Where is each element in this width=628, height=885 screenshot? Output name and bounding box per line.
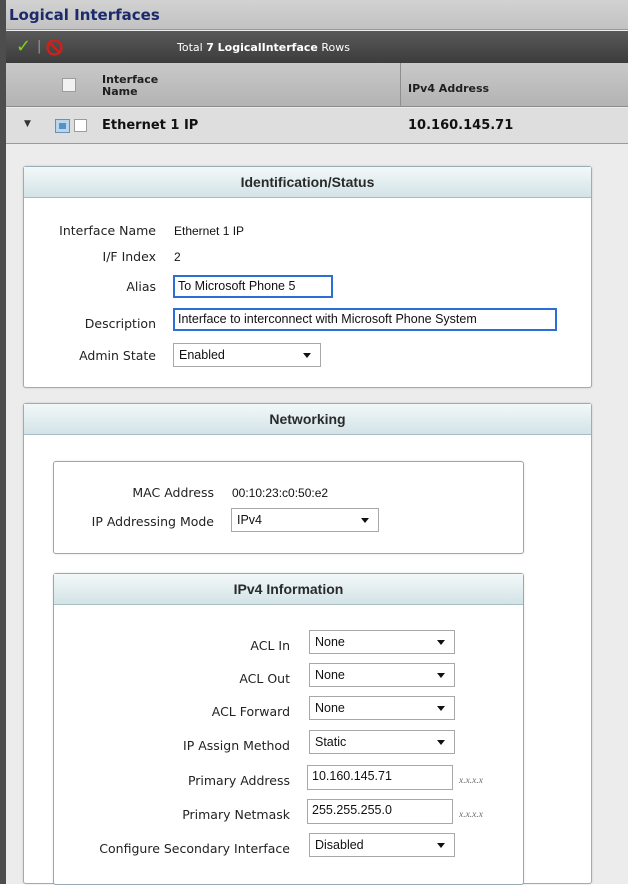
panel-title: Identification/Status bbox=[24, 167, 591, 198]
acl-forward-value: None bbox=[315, 701, 345, 715]
description-input[interactable]: Interface to interconnect with Microsoft… bbox=[173, 308, 557, 331]
chevron-down-icon bbox=[437, 706, 445, 711]
primary-address-input[interactable]: 10.160.145.71 bbox=[307, 765, 453, 790]
ip-addressing-mode-select[interactable]: IPv4 bbox=[231, 508, 379, 532]
configure-secondary-interface-label: Configure Secondary Interface bbox=[99, 841, 290, 856]
mac-address-value: 00:10:23:c0:50:e2 bbox=[232, 486, 329, 500]
chevron-down-icon bbox=[437, 740, 445, 745]
ip-addressing-mode-value: IPv4 bbox=[237, 513, 263, 527]
primary-address-format-hint: x.x.x.x bbox=[459, 776, 483, 786]
description-label: Description bbox=[84, 316, 156, 331]
row-interface-name: Ethernet 1 IP bbox=[102, 118, 199, 133]
networking-panel: Networking MAC Address 00:10:23:c0:50:e2… bbox=[23, 403, 592, 885]
expand-arrow-icon[interactable]: ▼ bbox=[24, 119, 31, 129]
logical-interfaces-window: Logical Interfaces ✓ | Total 7 LogicalIn… bbox=[0, 0, 628, 885]
ip-addressing-mode-label: IP Addressing Mode bbox=[91, 514, 214, 529]
panel-title: IPv4 Information bbox=[54, 574, 523, 605]
admin-state-label: Admin State bbox=[79, 348, 156, 363]
ipv4-information-panel: IPv4 Information ACL In None ACL Out Non… bbox=[53, 573, 524, 885]
interface-name-value: Ethernet 1 IP bbox=[174, 224, 245, 238]
mac-address-label: MAC Address bbox=[132, 485, 214, 500]
chevron-down-icon bbox=[437, 673, 445, 678]
acl-in-select[interactable]: None bbox=[309, 630, 455, 654]
grid-header: Interface Name IPv4 Address bbox=[6, 63, 628, 107]
primary-address-label: Primary Address bbox=[187, 773, 290, 788]
ip-assign-method-label: IP Assign Method bbox=[183, 738, 290, 753]
table-row[interactable]: ▼ Ethernet 1 IP 10.160.145.71 bbox=[6, 108, 628, 144]
if-index-value: 2 bbox=[174, 250, 181, 264]
interface-name-label: Interface Name bbox=[59, 223, 156, 238]
column-header-interface-name[interactable]: Interface Name bbox=[102, 74, 172, 98]
admin-state-value: Enabled bbox=[179, 348, 225, 362]
select-all-checkbox[interactable] bbox=[62, 78, 76, 92]
checkmark-icon[interactable]: ✓ bbox=[16, 36, 31, 57]
toolbar-separator: | bbox=[37, 39, 42, 54]
acl-in-label: ACL In bbox=[250, 638, 290, 653]
row-ipv4-address: 10.160.145.71 bbox=[408, 118, 514, 133]
primary-netmask-format-hint: x.x.x.x bbox=[459, 810, 483, 820]
acl-forward-label: ACL Forward bbox=[211, 704, 290, 719]
if-index-label: I/F Index bbox=[102, 249, 156, 264]
chevron-down-icon bbox=[437, 640, 445, 645]
panel-title: Networking bbox=[24, 404, 591, 435]
chevron-down-icon bbox=[361, 518, 369, 523]
configure-secondary-interface-select[interactable]: Disabled bbox=[309, 833, 455, 857]
acl-in-value: None bbox=[315, 635, 345, 649]
row-count-text: Total 7 LogicalInterface Rows bbox=[177, 41, 350, 54]
ip-assign-method-value: Static bbox=[315, 735, 347, 749]
alias-label: Alias bbox=[126, 279, 156, 294]
column-header-ipv4-address[interactable]: IPv4 Address bbox=[408, 82, 489, 95]
acl-out-label: ACL Out bbox=[239, 671, 290, 686]
window-title: Logical Interfaces bbox=[6, 0, 628, 30]
addressing-box: MAC Address 00:10:23:c0:50:e2 IP Address… bbox=[53, 461, 524, 554]
acl-out-value: None bbox=[315, 668, 345, 682]
acl-out-select[interactable]: None bbox=[309, 663, 455, 687]
configure-secondary-interface-value: Disabled bbox=[315, 838, 364, 852]
admin-state-select[interactable]: Enabled bbox=[173, 343, 321, 367]
chevron-down-icon bbox=[437, 843, 445, 848]
primary-netmask-label: Primary Netmask bbox=[182, 807, 290, 822]
primary-netmask-input[interactable]: 255.255.255.0 bbox=[307, 799, 453, 824]
ip-assign-method-select[interactable]: Static bbox=[309, 730, 455, 754]
alias-input[interactable]: To Microsoft Phone 5 bbox=[173, 275, 333, 298]
column-divider bbox=[400, 63, 401, 107]
no-entry-icon[interactable] bbox=[46, 39, 63, 56]
identification-status-panel: Identification/Status Interface Name Eth… bbox=[23, 166, 592, 388]
row-checkbox[interactable] bbox=[74, 119, 87, 132]
chevron-down-icon bbox=[303, 353, 311, 358]
grid-toolbar: ✓ | Total 7 LogicalInterface Rows bbox=[6, 31, 628, 63]
acl-forward-select[interactable]: None bbox=[309, 696, 455, 720]
interface-icon bbox=[55, 119, 70, 133]
